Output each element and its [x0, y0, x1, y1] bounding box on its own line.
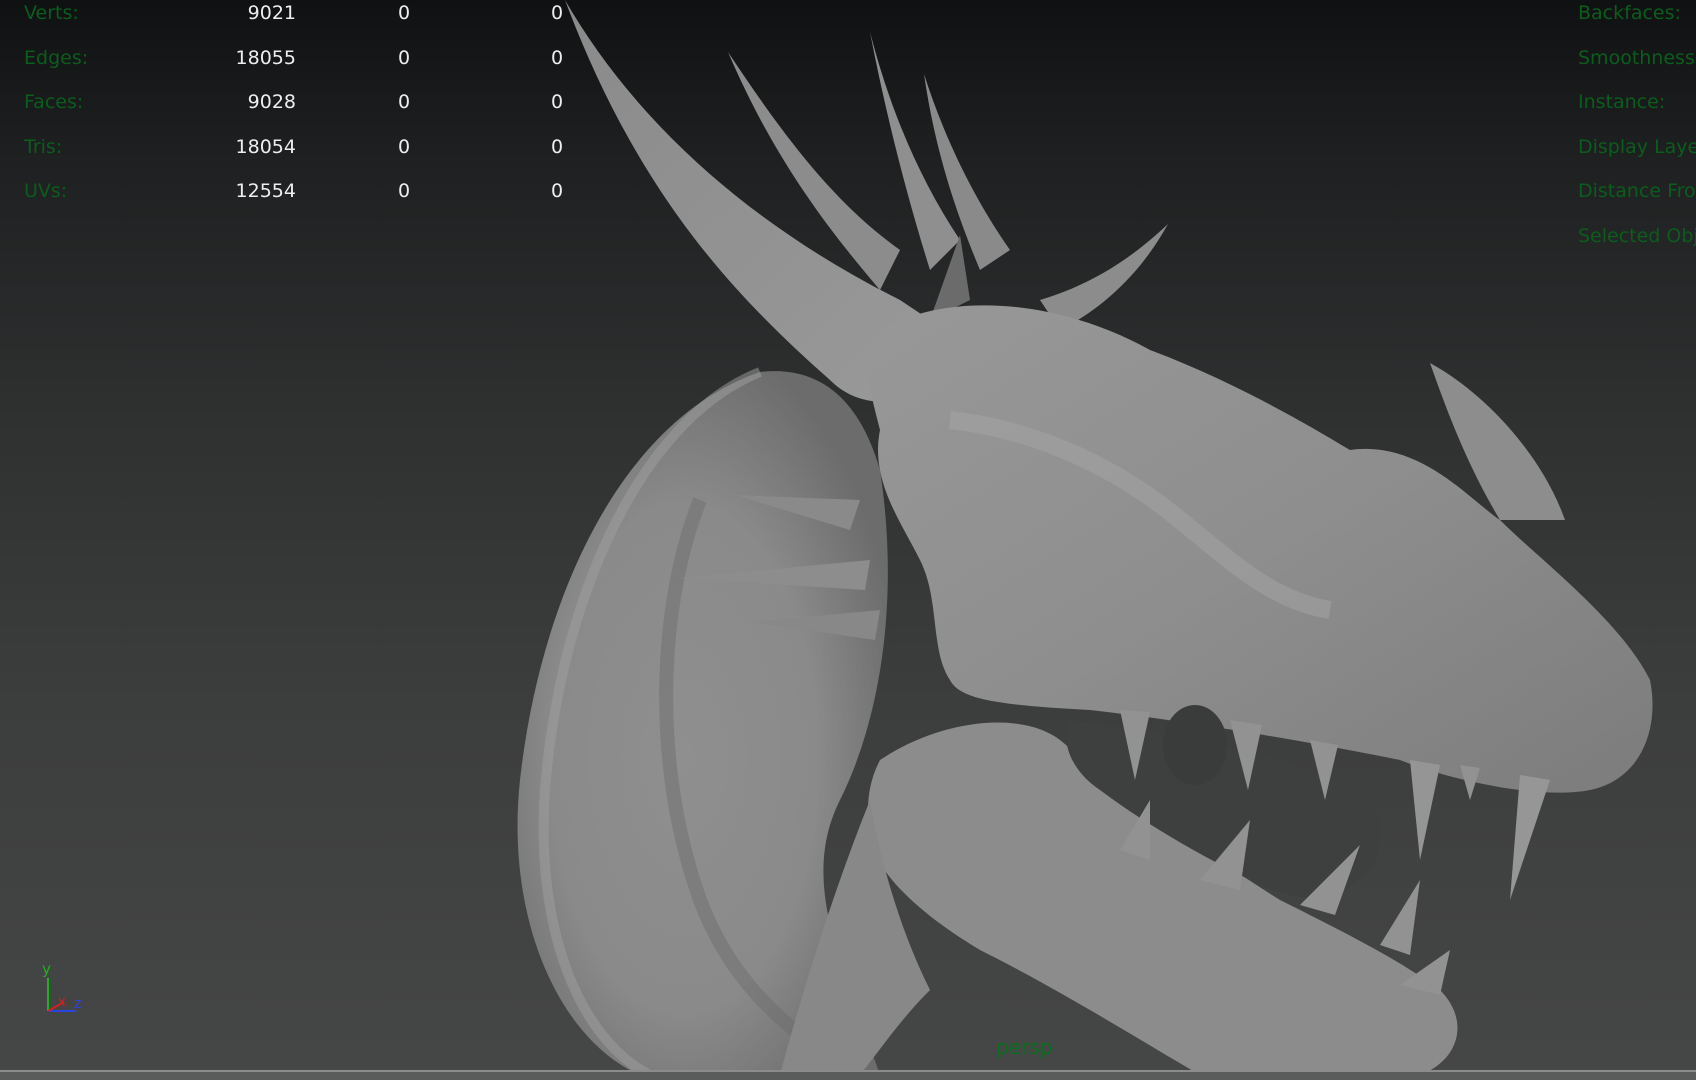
hud-value-third: 0: [550, 46, 564, 69]
axis-x-label: x: [58, 995, 66, 1010]
hud-value-selected: 0: [397, 135, 411, 158]
hud-value-selected: 0: [397, 180, 411, 202]
hud-value-third: 0: [550, 91, 564, 113]
hud-label: Selected Objects:: [1578, 224, 1696, 247]
hud-row-display-layer: Display Layer:: [1578, 134, 1696, 179]
hud-value-third: 0: [550, 2, 564, 24]
horn-5: [1040, 224, 1168, 330]
hud-row-instance: Instance:: [1578, 89, 1696, 134]
mouth-hole: [1163, 705, 1227, 785]
hud-value-total: 18055: [235, 46, 296, 69]
hud-row-backfaces: Backfaces:: [1578, 0, 1696, 45]
head-mass: [868, 305, 1653, 793]
view-axis-icon: y x z: [42, 960, 81, 1012]
hud-value-third: 0: [550, 135, 564, 158]
maya-viewport[interactable]: Verts: 9021 0 0 Edges: 18055 0 0 Faces: …: [0, 0, 1696, 1080]
hud-value-total: 9028: [247, 91, 296, 113]
axis-z-label: z: [74, 996, 81, 1012]
hud-value-selected: 0: [397, 91, 411, 113]
hud-label: Backfaces:: [1578, 2, 1681, 24]
hud-label: Smoothness:: [1578, 46, 1696, 69]
hud-label: Faces:: [24, 91, 84, 113]
hud-label: Distance From Camera:: [1578, 180, 1696, 202]
axis-y-label: y: [42, 960, 51, 978]
hud-label: Instance:: [1578, 91, 1666, 113]
hud-value-selected: 0: [397, 2, 411, 24]
hud-value-total: 9021: [247, 2, 296, 24]
viewport-bottom-border: [0, 1070, 1696, 1080]
hud-label: Display Layer:: [1578, 135, 1696, 158]
hud-value-total: 12554: [235, 180, 296, 202]
tooth-5: [1510, 775, 1550, 900]
hud-row-distance-from-camera: Distance From Camera:: [1578, 178, 1696, 223]
hud-label: UVs:: [24, 180, 68, 202]
heads-up-object-details: Backfaces: Smoothness: Instance: Display…: [1578, 0, 1696, 267]
hud-label: Tris:: [24, 135, 63, 158]
dragon-head-model: [517, 0, 1653, 1080]
hud-value-total: 18054: [235, 135, 296, 158]
hud-value-selected: 0: [397, 46, 411, 69]
hud-label: Edges:: [24, 46, 89, 69]
hud-row-smoothness: Smoothness:: [1578, 45, 1696, 90]
hud-row-selected-objects: Selected Objects:: [1578, 223, 1696, 268]
camera-name-label: persp: [996, 1035, 1053, 1059]
hud-value-third: 0: [550, 180, 564, 202]
tooth-4: [1410, 760, 1440, 860]
ltooth-4: [1380, 880, 1420, 955]
hud-label: Verts:: [24, 2, 79, 24]
